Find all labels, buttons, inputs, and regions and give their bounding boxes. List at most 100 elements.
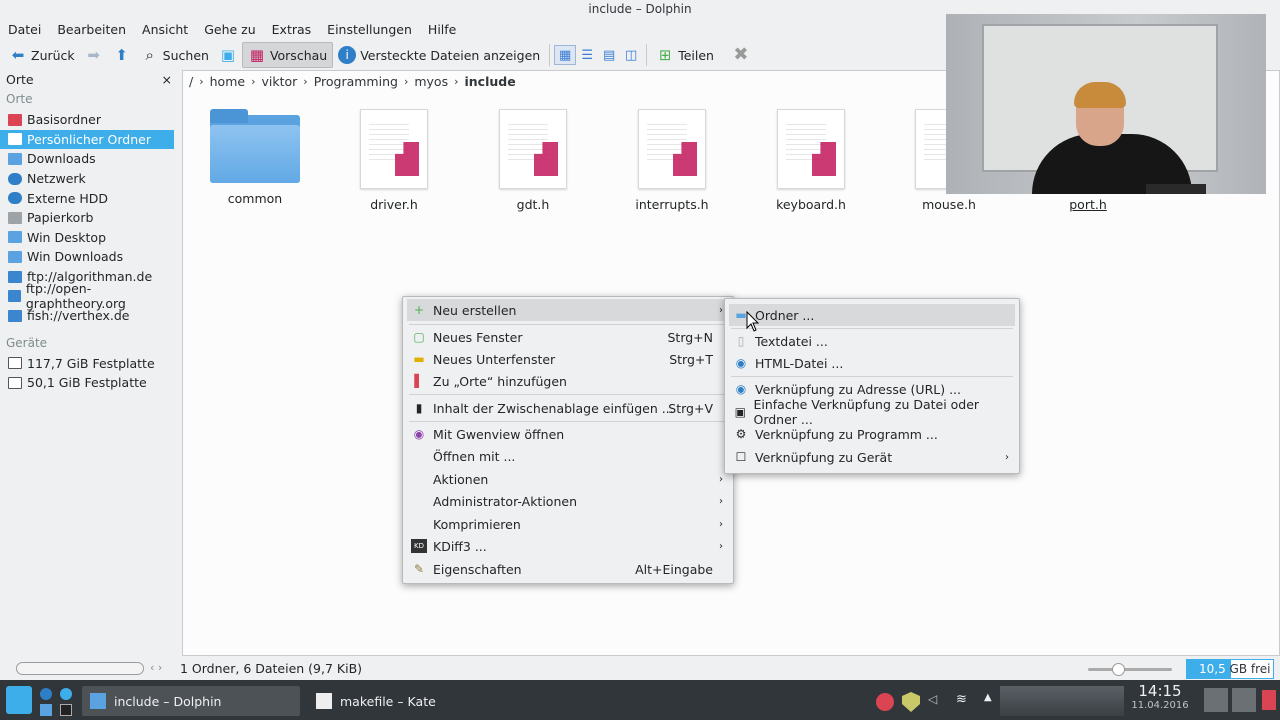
menu-kdiff3[interactable]: KD KDiff3 ... ›	[407, 535, 729, 557]
menu-aktionen[interactable]: Aktionen ›	[407, 468, 729, 490]
zoom-slider[interactable]	[1088, 663, 1172, 676]
close-panel-icon[interactable]: ×	[162, 72, 172, 87]
blank-icon	[411, 494, 427, 508]
crumb-current[interactable]: include	[464, 74, 515, 89]
task-dolphin[interactable]: include – Dolphin	[82, 686, 300, 716]
menu-eigenschaften[interactable]: ✎ Eigenschaften Alt+Eingabe	[407, 558, 729, 580]
menu-zu-orte[interactable]: ▌ Zu „Orte“ hinzufügen	[407, 370, 729, 392]
zoom-slider-knob[interactable]	[1112, 663, 1125, 676]
place-win-desktop[interactable]: Win Desktop	[0, 228, 178, 248]
place-win-downloads[interactable]: Win Downloads	[0, 247, 178, 267]
file-item-keyboard[interactable]: keyboard.h	[756, 109, 866, 212]
wifi-icon[interactable]: ≋	[956, 692, 967, 707]
split-view-icon[interactable]: ◫	[620, 45, 642, 65]
places-title: Orte	[6, 71, 34, 87]
file-item-driver[interactable]: driver.h	[339, 109, 449, 212]
up-button[interactable]: ⬆	[108, 42, 136, 68]
scroll-arrows-icon[interactable]: ‹ ›	[150, 661, 162, 674]
menu-label: Aktionen	[433, 471, 489, 487]
crumb-programming[interactable]: Programming	[314, 74, 398, 89]
forward-button[interactable]: ➡	[80, 42, 108, 68]
menu-label: HTML-Datei ...	[755, 355, 844, 371]
place-externe-hdd[interactable]: Externe HDD	[0, 188, 178, 208]
menu-einfuegen[interactable]: ▮ Inhalt der Zwischenablage einfügen ... S…	[407, 397, 729, 419]
menu-komprimieren[interactable]: Komprimieren ›	[407, 513, 729, 535]
chevron-right-icon: ›	[303, 74, 308, 88]
folder-icon	[210, 109, 300, 183]
submenu-textdatei[interactable]: ▯ Textdatei ...	[729, 330, 1015, 352]
menu-datei[interactable]: Datei	[0, 19, 49, 40]
desktop-pager-icon-2[interactable]	[1232, 688, 1256, 712]
device-1[interactable]: 117,7 GiB Festplatte	[0, 354, 178, 374]
submenu-link-program[interactable]: ⚙ Verknüpfung zu Programm ...	[729, 423, 1015, 445]
terminal-icon[interactable]	[60, 704, 72, 716]
clock[interactable]: 14:15 11.04.2016	[1130, 682, 1190, 711]
menu-bearbeiten[interactable]: Bearbeiten	[49, 19, 134, 40]
search-button[interactable]: ⌕ Suchen	[136, 42, 214, 68]
shield-icon[interactable]	[902, 692, 920, 712]
menu-ansicht[interactable]: Ansicht	[134, 19, 196, 40]
horizontal-scrollbar[interactable]	[16, 662, 144, 675]
share-button[interactable]: ⊞ Teilen	[651, 42, 719, 68]
close-view-button[interactable]: ✖	[727, 42, 755, 68]
device-label: 50,1 GiB Festplatte	[27, 375, 147, 391]
submenu-link-file[interactable]: ▣ Einfache Verknüpfung zu Datei oder Ordn…	[729, 397, 1015, 427]
expand-tray-icon[interactable]: ▲	[984, 692, 992, 703]
device-icon: ☐	[735, 450, 747, 464]
place-downloads[interactable]: Downloads	[0, 149, 178, 169]
menu-neues-unterfenster[interactable]: ▬ Neues Unterfenster Strg+T	[407, 348, 729, 370]
menu-icon[interactable]	[1262, 690, 1276, 710]
file-item-common[interactable]: common	[200, 109, 310, 206]
place-netzwerk[interactable]: Netzwerk	[0, 169, 178, 189]
file-item-interrupts[interactable]: interrupts.h	[617, 109, 727, 212]
place-basisordner[interactable]: Basisordner	[0, 110, 178, 130]
crumb-myos[interactable]: myos	[414, 74, 448, 89]
crumb-home[interactable]: home	[210, 74, 245, 89]
device-2[interactable]: 50,1 GiB Festplatte	[0, 373, 178, 393]
submenu-ordner[interactable]: ▬ Ordner ...	[729, 304, 1015, 326]
details-view-icon[interactable]: ▤	[598, 45, 620, 65]
folder-icon	[8, 250, 22, 263]
place-label: Basisordner	[27, 112, 101, 128]
task-kate[interactable]: makefile – Kate	[308, 686, 526, 716]
icons-view-icon[interactable]: ▦	[554, 45, 577, 65]
menu-label: Mit Gwenview öffnen	[433, 426, 565, 442]
preview-button[interactable]: ▦ Vorschau	[241, 42, 334, 68]
submenu-html-datei[interactable]: ◉ HTML-Datei ...	[729, 352, 1015, 374]
compact-view-icon[interactable]: ☰	[576, 45, 598, 65]
home-icon[interactable]	[60, 688, 72, 700]
place-ftp-open-graphtheory[interactable]: ftp://open-graphtheory.org	[0, 281, 178, 311]
crumb-viktor[interactable]: viktor	[261, 74, 297, 89]
app-launcher-icon[interactable]	[6, 686, 32, 714]
menu-extras[interactable]: Extras	[264, 19, 320, 40]
menu-neues-fenster[interactable]: ▢ Neues Fenster Strg+N	[407, 326, 729, 348]
menu-separator	[409, 394, 727, 395]
menu-oeffnen-mit[interactable]: Öffnen mit ...	[407, 445, 729, 467]
free-space-indicator[interactable]: 10,5 GB frei	[1186, 659, 1274, 679]
place-papierkorb[interactable]: Papierkorb	[0, 208, 178, 228]
html-file-icon: ◉	[735, 356, 747, 370]
menu-admin-aktionen[interactable]: Administrator-Aktionen ›	[407, 490, 729, 512]
place-persoenlicher-ordner[interactable]: Persönlicher Ordner	[0, 129, 174, 150]
hidden-files-button[interactable]: i Versteckte Dateien anzeigen	[333, 42, 545, 68]
browser-icon[interactable]	[40, 688, 52, 700]
chevron-right-icon: ›	[1005, 451, 1009, 463]
menu-gwenview[interactable]: ◉ Mit Gwenview öffnen	[407, 423, 729, 445]
crumb-root[interactable]: /	[189, 74, 193, 89]
files-icon[interactable]	[40, 704, 52, 716]
submenu-link-device[interactable]: ☐ Verknüpfung zu Gerät ›	[729, 446, 1015, 468]
record-icon[interactable]	[876, 693, 894, 711]
file-item-gdt[interactable]: gdt.h	[478, 109, 588, 212]
menu-einstellungen[interactable]: Einstellungen	[319, 19, 420, 40]
desktop-pager-icon[interactable]	[1204, 688, 1228, 712]
volume-icon[interactable]: ◁	[928, 692, 937, 706]
menu-label: KDiff3 ...	[433, 538, 487, 554]
new-folder-button[interactable]: ▣	[214, 42, 242, 68]
back-button[interactable]: ⬅ Zurück	[4, 42, 80, 68]
menu-gehe-zu[interactable]: Gehe zu	[196, 19, 263, 40]
statusbar: ‹ › 1 Ordner, 6 Dateien (9,7 KiB) 10,5 G…	[0, 658, 1280, 680]
place-label: fish://verthex.de	[27, 308, 130, 324]
remote-folder-icon	[8, 309, 22, 322]
menu-neu-erstellen[interactable]: + Neu erstellen ›	[407, 299, 729, 321]
menu-hilfe[interactable]: Hilfe	[420, 19, 464, 40]
